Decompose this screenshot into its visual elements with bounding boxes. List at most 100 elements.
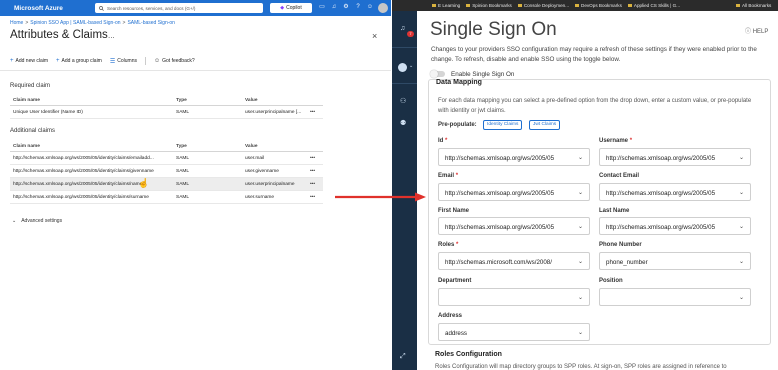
all-bookmarks[interactable]: All Bookmarks <box>736 3 771 8</box>
notification-badge: 7 <box>407 31 414 37</box>
feedback-button[interactable]: ☺ Got feedback? <box>154 58 195 64</box>
identity-claims-button[interactable]: Identity Claims <box>483 120 523 130</box>
row-more-button[interactable]: ••• <box>310 182 315 187</box>
table-row[interactable]: http://schemas.xmlsoap.org/ws/2005/05/id… <box>10 165 323 178</box>
email-label: Email * <box>438 173 459 179</box>
hand-cursor-icon: ☝ <box>138 178 150 188</box>
page-title: Attributes & Claims <box>10 29 108 41</box>
email-select[interactable]: http://schemas.xmlsoap.org/ws/2005/05 ⌄ <box>438 183 590 201</box>
chevron-down-icon: ⌄ <box>12 218 17 224</box>
last-name-select[interactable]: http://schemas.xmlsoap.org/ws/2005/05 ⌄ <box>599 217 751 235</box>
help-icon[interactable]: ? <box>354 3 362 12</box>
azure-brand[interactable]: Microsoft Azure <box>14 5 94 12</box>
last-name-label: Last Name <box>599 208 630 214</box>
command-bar: + Add new claim + Add a group claim ☰ Colum… <box>10 57 195 65</box>
azure-search-placeholder: Search resources, services, and docs (G+… <box>107 5 196 11</box>
claim-type: SAML <box>176 110 190 115</box>
chevron-down-icon: ⌄ <box>577 190 583 196</box>
copilot-icon: ◆ <box>280 5 285 11</box>
username-label: Username * <box>599 138 633 144</box>
add-group-claim-button[interactable]: + Add a group claim <box>56 58 102 64</box>
columns-button[interactable]: ☰ Columns <box>110 58 137 65</box>
avatar[interactable] <box>398 63 407 72</box>
row-more-button[interactable]: ••• <box>310 195 315 200</box>
data-mapping-description: For each data mapping you can select a p… <box>438 98 752 114</box>
phone-number-select[interactable]: phone_number ⌄ <box>599 252 751 270</box>
first-name-select[interactable]: http://schemas.xmlsoap.org/ws/2005/05 ⌄ <box>438 217 590 235</box>
add-new-claim-button[interactable]: + Add new claim <box>10 58 48 64</box>
table-row-hovered[interactable]: http://schemas.xmlsoap.org/ws/2005/05/id… <box>10 178 323 191</box>
bookmark-item[interactable]: E Learning <box>432 3 460 8</box>
chevron-down-icon: ⌄ <box>577 295 583 301</box>
chevron-down-icon[interactable]: ⌄ <box>409 63 413 69</box>
breadcrumb-home[interactable]: Home <box>10 20 23 26</box>
required-claims-table: Claim name Type Value Unique User Identi… <box>10 95 323 119</box>
department-select[interactable]: ⌄ <box>438 288 590 306</box>
breadcrumb: Home > Spinion SSO App | SAML-based Sign-o… <box>10 20 175 26</box>
address-select[interactable]: address ⌄ <box>438 323 590 341</box>
feedback-icon[interactable]: ☺ <box>366 3 374 12</box>
bookmark-item[interactable]: Console Deploymen... <box>517 3 569 8</box>
help-button[interactable]: ⓘ HELP <box>745 26 768 35</box>
first-name-value: http://schemas.xmlsoap.org/ws/2005/05 <box>445 224 555 231</box>
chevron-down-icon: ⌄ <box>738 155 744 161</box>
add-group-claim-label: Add a group claim <box>61 58 102 64</box>
bookmark-item[interactable]: Applied CS Skills | G... <box>627 3 680 8</box>
position-select[interactable]: ⌄ <box>599 288 751 306</box>
username-select[interactable]: http://schemas.xmlsoap.org/ws/2005/05 ⌄ <box>599 148 751 166</box>
claim-value: user.givenname <box>245 169 279 174</box>
header-type[interactable]: Type <box>176 144 187 149</box>
roles-configuration-description: Roles Configuration will map directory g… <box>435 364 727 370</box>
copilot-label: Copilot <box>286 5 302 11</box>
table-row[interactable]: http://schemas.xmlsoap.org/ws/2005/05/id… <box>10 152 323 165</box>
contact-email-select[interactable]: http://schemas.xmlsoap.org/ws/2005/05 ⌄ <box>599 183 751 201</box>
header-value[interactable]: Value <box>245 144 258 149</box>
advanced-settings-label: Advanced settings <box>21 218 63 224</box>
bell-icon[interactable]: ♫ <box>400 25 405 32</box>
claim-name[interactable]: http://schemas.xmlsoap.org/ws/2005/05/id… <box>13 182 142 187</box>
close-icon[interactable]: × <box>372 31 377 41</box>
bookmark-item[interactable]: Spinion Bookmarks <box>466 3 512 8</box>
claim-name[interactable]: Unique User Identifier (Name ID) <box>13 110 83 115</box>
title-more-button[interactable]: ... <box>108 31 115 40</box>
row-more-button[interactable]: ••• <box>310 169 315 174</box>
department-label: Department <box>438 278 472 284</box>
columns-label: Columns <box>117 58 137 64</box>
advanced-settings-toggle[interactable]: ⌄ Advanced settings <box>12 218 62 224</box>
claim-type: SAML <box>176 169 190 174</box>
command-separator <box>144 57 146 65</box>
header-type[interactable]: Type <box>176 98 187 103</box>
claim-name[interactable]: http://schemas.xmlsoap.org/ws/2005/05/id… <box>13 156 154 161</box>
table-header: Claim name Type Value <box>10 141 323 152</box>
claim-type: SAML <box>176 156 190 161</box>
terminal-icon[interactable]: ▭ <box>318 3 326 12</box>
claim-type: SAML <box>176 195 190 200</box>
chevron-down-icon: ⌄ <box>577 155 583 161</box>
copilot-button[interactable]: ◆ Copilot <box>270 3 312 13</box>
claim-name[interactable]: http://schemas.xmlsoap.org/ws/2005/05/id… <box>13 195 149 200</box>
table-row[interactable]: Unique User Identifier (Name ID) SAML us… <box>10 106 323 119</box>
azure-search-box[interactable]: Search resources, services, and docs (G+… <box>95 3 263 13</box>
enable-sso-toggle[interactable] <box>430 70 445 78</box>
breadcrumb-saml[interactable]: SAML-based Sign-on <box>127 20 175 26</box>
header-claim-name[interactable]: Claim name <box>13 98 40 103</box>
expand-icon[interactable]: ⤢ <box>400 353 406 361</box>
columns-icon: ☰ <box>109 58 116 65</box>
header-claim-name[interactable]: Claim name <box>13 144 40 149</box>
breadcrumb-app[interactable]: Spinion SSO App | SAML-based Sign-on <box>30 20 120 26</box>
id-select[interactable]: http://schemas.xmlsoap.org/ws/2005/05 ⌄ <box>438 148 590 166</box>
azure-avatar[interactable] <box>378 3 388 13</box>
row-more-button[interactable]: ••• <box>310 110 315 115</box>
jwt-claims-button[interactable]: Jwt Claims <box>529 120 561 130</box>
header-value[interactable]: Value <box>245 98 258 103</box>
bookmark-item[interactable]: DevOps Bookmarks <box>575 3 622 8</box>
users-icon[interactable]: ⚇ <box>400 97 406 105</box>
roles-select[interactable]: http://schemas.microsoft.com/ws/2008/ ⌄ <box>438 252 590 270</box>
gear-icon[interactable]: ⚙ <box>342 3 350 12</box>
bell-icon[interactable]: ♫ <box>330 3 338 12</box>
row-more-button[interactable]: ••• <box>310 156 315 161</box>
claim-name[interactable]: http://schemas.xmlsoap.org/ws/2005/05/id… <box>13 169 154 174</box>
table-row[interactable]: http://schemas.xmlsoap.org/ws/2005/05/id… <box>10 191 323 204</box>
username-value: http://schemas.xmlsoap.org/ws/2005/05 <box>606 155 716 162</box>
groups-icon[interactable]: ⚉ <box>400 119 406 127</box>
